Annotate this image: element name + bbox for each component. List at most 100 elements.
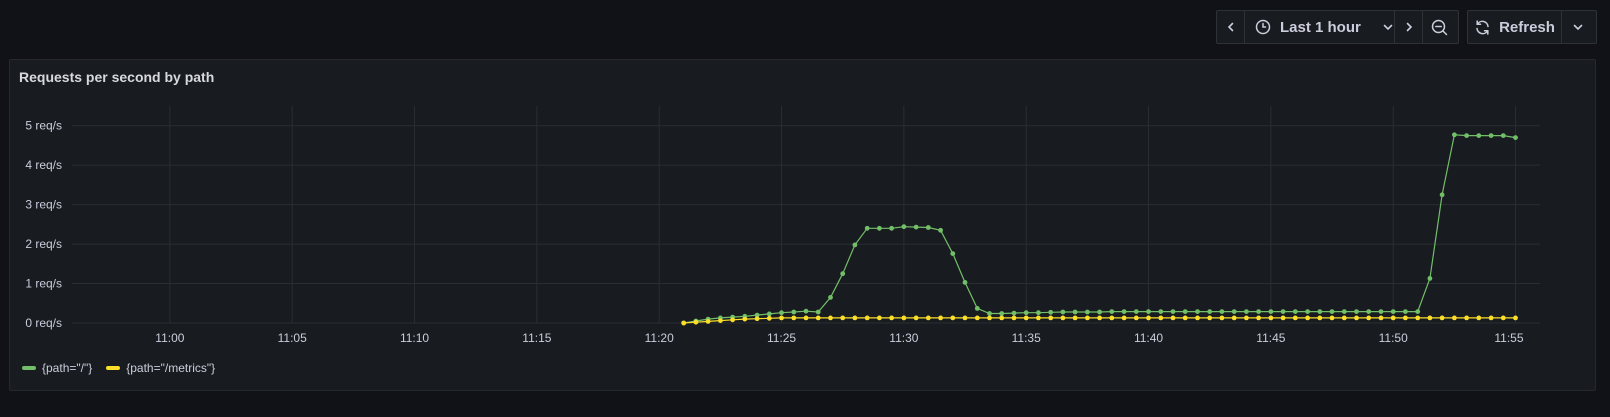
legend-item-root[interactable]: {path="/"} [22,361,92,375]
data-point-0 [1036,310,1041,316]
data-point-1 [1378,315,1384,321]
x-tick-label: 11:05 [278,331,307,345]
data-point-0 [1133,309,1139,314]
data-point-0 [1378,309,1384,314]
data-point-0 [1476,133,1482,138]
y-tick-label: 5 req/s [25,119,62,133]
data-point-0 [828,295,833,300]
x-tick-label: 11:40 [1134,331,1163,345]
data-point-1 [1085,315,1090,321]
refresh-button[interactable]: Refresh [1468,11,1562,43]
data-point-1 [1366,315,1372,321]
data-point-0 [925,225,931,230]
data-point-1 [1048,315,1054,321]
data-point-0 [1427,276,1433,281]
data-point-1 [901,315,907,321]
data-point-1 [1109,315,1115,321]
data-point-1 [1513,315,1518,321]
y-tick-label: 3 req/s [25,198,62,212]
data-point-0 [815,309,821,315]
legend-label: {path="/"} [42,361,93,375]
x-tick-label: 11:50 [1379,331,1408,345]
data-point-0 [1513,135,1518,140]
data-point-1 [1097,315,1102,321]
data-point-0 [1011,310,1017,316]
time-series-chart[interactable]: 0 req/s 1 req/s 2 req/s 3 req/s 4 req/s 5 req… [10,60,1597,360]
data-point-1 [999,315,1005,321]
x-tick-label: 11:20 [645,331,674,345]
data-point-0 [852,242,858,248]
data-point-0 [1097,309,1102,315]
data-point-1 [1292,315,1298,321]
time-picker-group: Last 1 hour [1216,10,1459,44]
data-point-1 [1390,315,1396,321]
legend-item-metrics[interactable]: {path="/metrics"} [106,361,215,375]
x-tick-label: 11:30 [889,331,918,345]
data-point-0 [1060,309,1066,315]
data-point-1 [705,319,711,324]
time-range-picker-button[interactable]: Last 1 hour [1245,11,1395,43]
data-point-1 [1488,315,1494,321]
data-point-1 [1146,315,1151,321]
data-point-1 [1439,315,1445,321]
refresh-label: Refresh [1499,18,1555,36]
data-point-1 [681,320,687,326]
data-point-0 [1256,309,1261,314]
data-point-1 [1427,315,1433,321]
data-point-1 [1231,315,1237,321]
data-point-0 [779,310,784,316]
time-range-forward-button[interactable] [1395,11,1423,43]
time-range-back-button[interactable] [1217,11,1245,43]
data-point-1 [852,315,858,321]
data-point-0 [1219,309,1225,314]
data-point-0 [1366,309,1372,314]
data-point-1 [754,316,760,322]
data-point-1 [1317,315,1323,321]
data-point-1 [779,315,784,321]
data-point-0 [999,311,1005,316]
data-point-0 [1317,309,1323,314]
data-point-0 [1170,309,1176,314]
y-tick-label: 4 req/s [25,158,62,172]
data-point-1 [718,318,723,323]
clock-icon [1255,19,1271,35]
chart-legend: {path="/"} {path="/metrics"} [22,361,215,375]
data-point-0 [1305,309,1310,314]
data-point-1 [1133,315,1139,321]
data-point-0 [1121,309,1127,314]
data-point-0 [803,308,809,314]
data-point-0 [1207,309,1213,314]
data-point-1 [815,315,821,321]
data-point-0 [1354,309,1359,314]
data-point-1 [1023,315,1029,321]
refresh-interval-dropdown[interactable] [1562,11,1594,43]
data-point-1 [1011,315,1017,321]
x-tick-label: 11:45 [1256,331,1285,345]
data-point-0 [1390,309,1396,314]
data-point-1 [962,315,968,321]
data-point-1 [828,315,833,321]
data-point-1 [1329,315,1335,321]
data-point-0 [791,309,797,315]
zoom-out-button[interactable] [1423,11,1456,43]
x-tick-label: 11:35 [1012,331,1041,345]
data-point-1 [766,315,772,321]
y-tick-label: 0 req/s [25,316,62,330]
data-point-0 [1329,309,1335,314]
data-point-1 [1476,315,1482,321]
data-point-1 [1256,315,1261,321]
data-point-0 [938,227,943,233]
data-point-0 [1244,309,1249,314]
refresh-group: Refresh [1467,10,1597,44]
data-point-0 [913,224,919,230]
x-tick-label: 11:15 [522,331,551,345]
data-point-1 [913,315,919,321]
y-tick-label: 1 req/s [25,277,62,291]
data-point-0 [974,306,980,311]
data-point-1 [864,315,870,321]
data-point-1 [1452,315,1457,321]
chevron-right-icon [1406,22,1412,32]
data-point-0 [1403,309,1408,314]
data-point-1 [925,315,931,321]
data-point-1 [889,315,894,321]
